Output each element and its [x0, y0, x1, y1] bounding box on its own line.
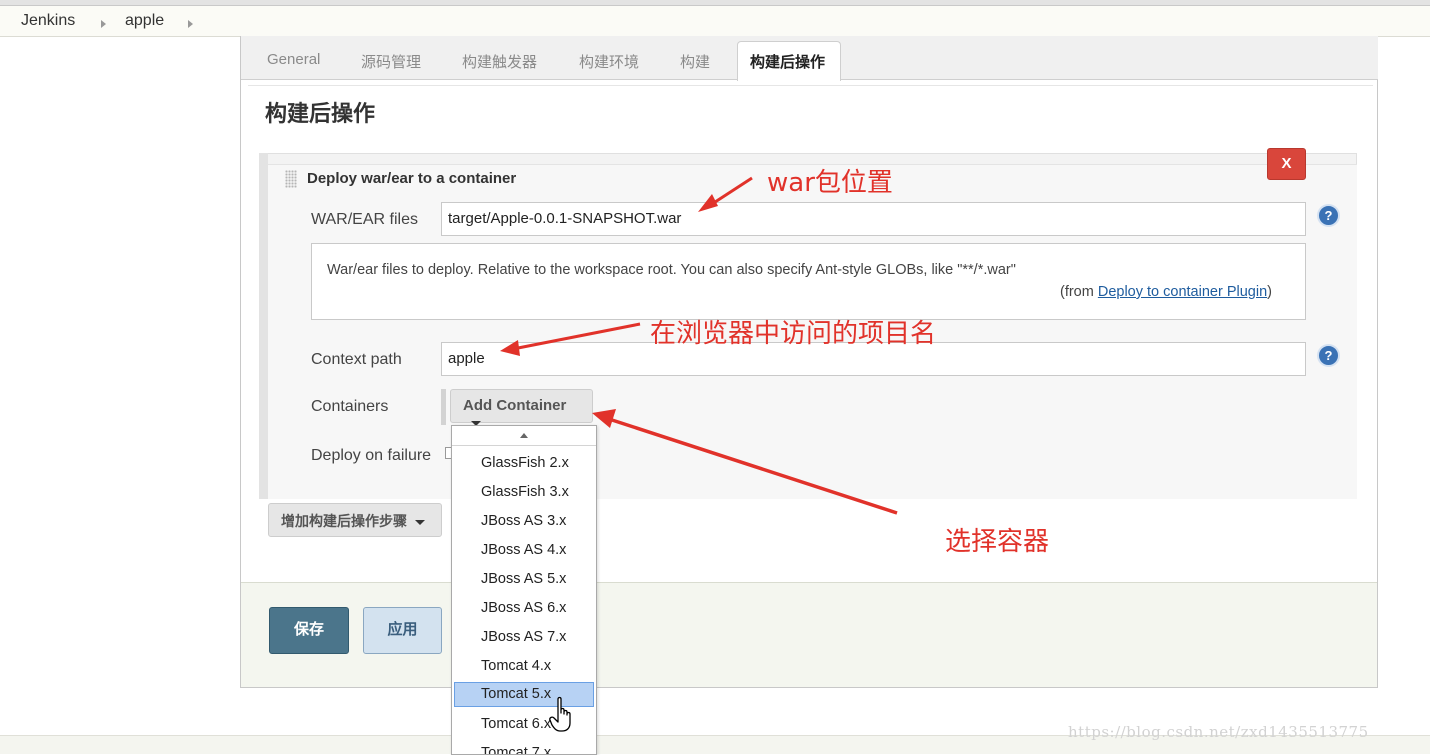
containers-bar	[441, 389, 446, 425]
context-path-label: Context path	[311, 351, 402, 368]
help-icon[interactable]: ?	[1317, 204, 1340, 227]
menu-item-jboss-3[interactable]: JBoss AS 3.x	[454, 509, 594, 534]
menu-item-jboss-5[interactable]: JBoss AS 5.x	[454, 567, 594, 592]
menu-item-jboss-4[interactable]: JBoss AS 4.x	[454, 538, 594, 563]
add-step-label: 增加构建后操作步骤	[281, 513, 407, 529]
apply-button[interactable]: 应用	[363, 607, 442, 654]
help-text: War/ear files to deploy. Relative to the…	[327, 262, 1016, 278]
help-from-prefix: (from	[1060, 284, 1098, 300]
help-panel	[311, 243, 1306, 320]
hand-cursor-icon	[549, 696, 571, 732]
menu-item-glassfish-2[interactable]: GlassFish 2.x	[454, 451, 594, 476]
tab-triggers[interactable]: 构建触发器	[462, 51, 537, 72]
tab-scm[interactable]: 源码管理	[361, 51, 421, 72]
container-dropdown-menu[interactable]: GlassFish 2.x GlassFish 3.x JBoss AS 3.x…	[451, 425, 597, 755]
add-container-label: Add Container	[463, 397, 567, 414]
breadcrumb: Jenkins apple	[0, 6, 1430, 37]
caret-down-icon	[415, 519, 425, 525]
drag-handle-icon[interactable]	[285, 170, 297, 188]
annotation-context: 在浏览器中访问的项目名	[650, 319, 937, 349]
breadcrumb-jenkins[interactable]: Jenkins	[21, 12, 75, 30]
section-divider	[248, 85, 1373, 86]
annotation-container: 选择容器	[945, 527, 1050, 557]
war-files-input[interactable]: target/Apple-0.0.1-SNAPSHOT.war	[441, 202, 1306, 236]
menu-item-jboss-7[interactable]: JBoss AS 7.x	[454, 625, 594, 650]
menu-item-jboss-6[interactable]: JBoss AS 6.x	[454, 596, 594, 621]
help-icon[interactable]: ?	[1317, 344, 1340, 367]
add-post-build-step-button[interactable]: 增加构建后操作步骤	[268, 503, 442, 537]
watermark: https://blog.csdn.net/zxd1435513775	[1068, 723, 1369, 741]
save-button[interactable]: 保存	[269, 607, 349, 654]
war-files-label: WAR/EAR files	[311, 211, 418, 228]
containers-label: Containers	[311, 398, 389, 415]
deploy-on-failure-label: Deploy on failure	[311, 447, 432, 464]
tab-post-build-label[interactable]: 构建后操作	[750, 51, 825, 72]
plugin-link[interactable]: Deploy to container Plugin	[1098, 284, 1267, 300]
section-title: 构建后操作	[265, 101, 376, 126]
breadcrumb-apple[interactable]: apple	[125, 12, 164, 30]
step-title: Deploy war/ear to a container	[307, 170, 517, 187]
tab-general[interactable]: General	[267, 51, 320, 68]
add-container-button[interactable]: Add Container	[450, 389, 593, 426]
scroll-up-icon[interactable]	[452, 426, 596, 446]
menu-item-tomcat-4[interactable]: Tomcat 4.x	[454, 654, 594, 679]
menu-item-glassfish-3[interactable]: GlassFish 3.x	[454, 480, 594, 505]
help-source: (from Deploy to container Plugin)	[1060, 284, 1272, 300]
tab-build-env[interactable]: 构建环境	[579, 51, 639, 72]
chevron-right-icon[interactable]	[188, 20, 193, 28]
tab-build[interactable]: 构建	[680, 51, 710, 72]
help-from-suffix: )	[1267, 284, 1272, 300]
chevron-right-icon[interactable]	[101, 20, 106, 28]
delete-step-button[interactable]: X	[1267, 148, 1306, 180]
annotation-war: war包位置	[767, 168, 893, 198]
step-left-bar	[259, 153, 268, 499]
